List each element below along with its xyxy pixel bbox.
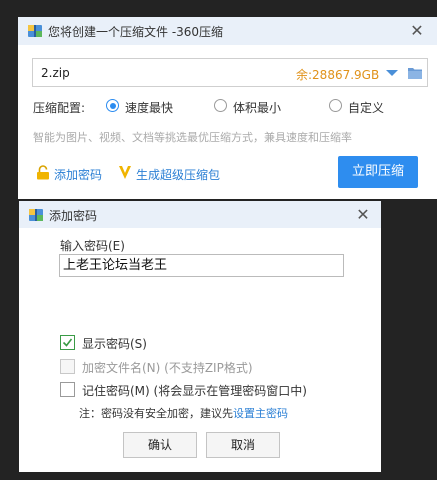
make-sfx-label[interactable]: 生成超级压缩包 (136, 166, 220, 183)
set-master-password-link[interactable]: 设置主密码 (233, 407, 288, 420)
radio-icon[interactable] (214, 99, 227, 112)
checkbox-label[interactable]: 显示密码(S) (82, 335, 147, 352)
radio-label[interactable]: 体积最小 (233, 99, 281, 116)
checkbox-icon[interactable] (60, 382, 75, 397)
sfx-v-icon (118, 165, 132, 183)
ok-button[interactable]: 确认 (123, 432, 197, 458)
radio-label[interactable]: 自定义 (348, 99, 384, 116)
free-space-text: 余:28867.9GB (296, 68, 380, 82)
compress-window: 您将创建一个压缩文件 -360压缩 ✕ 2.zip 余:28867.9GB 压缩… (18, 17, 437, 199)
archive-app-icon (28, 207, 44, 223)
folder-icon[interactable] (407, 66, 423, 80)
add-password-dialog: 添加密码 ✕ 输入密码(E) 上老王论坛当老王 显示密码(S) 加密文件名(N)… (19, 201, 381, 472)
note-text: 注：密码没有安全加密，建议先 (79, 407, 233, 420)
archive-app-icon (27, 23, 43, 39)
checkbox-checked-icon[interactable] (60, 335, 75, 350)
checkbox-icon (60, 359, 75, 374)
window-title: 您将创建一个压缩文件 -360压缩 (48, 25, 224, 39)
add-password-label[interactable]: 添加密码 (54, 166, 102, 183)
password-label: 输入密码(E) (60, 239, 125, 253)
filename-text[interactable]: 2.zip (41, 66, 70, 80)
radio-selected-icon[interactable] (106, 99, 119, 112)
cancel-button[interactable]: 取消 (206, 432, 280, 458)
radio-icon[interactable] (329, 99, 342, 112)
radio-label[interactable]: 速度最快 (125, 99, 173, 116)
compress-now-button[interactable]: 立即压缩 (338, 156, 418, 188)
output-path-field[interactable]: 2.zip 余:28867.9GB (32, 58, 428, 87)
checkbox-label[interactable]: 记住密码(M) (将会显示在管理密码窗口中) (82, 382, 307, 399)
dialog-title-bar: 添加密码 ✕ (19, 201, 381, 228)
security-note: 注：密码没有安全加密，建议先设置主密码 (79, 405, 288, 421)
password-input[interactable]: 上老王论坛当老王 (59, 254, 344, 277)
close-icon[interactable]: ✕ (353, 205, 373, 225)
config-label: 压缩配置: (33, 101, 86, 115)
dialog-title: 添加密码 (49, 209, 98, 223)
compression-tip: 智能为图片、视频、文档等挑选最优压缩方式，兼具速度和压缩率 (33, 131, 352, 144)
close-icon[interactable]: ✕ (407, 21, 427, 41)
title-bar: 您将创建一个压缩文件 -360压缩 ✕ (18, 17, 437, 45)
lock-icon (36, 165, 50, 183)
checkbox-label: 加密文件名(N) (不支持ZIP格式) (82, 361, 253, 375)
chevron-down-icon[interactable] (385, 67, 399, 79)
